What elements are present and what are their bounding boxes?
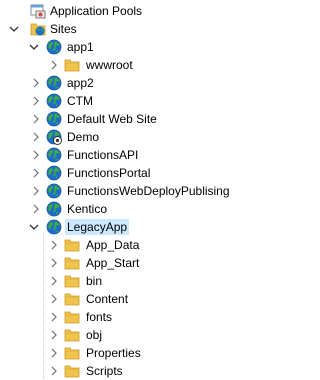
tree-item-site-app2[interactable]: app2: [0, 74, 259, 92]
chevron-right-icon[interactable]: [31, 202, 41, 216]
tree-item-site-default-web-site[interactable]: Default Web Site: [0, 110, 259, 128]
chevron-right-icon[interactable]: [31, 166, 41, 180]
chevron-down-icon[interactable]: [29, 220, 39, 234]
tree-item-site-functionsportal[interactable]: FunctionsPortal: [0, 164, 259, 182]
folder-icon: [64, 255, 80, 271]
tree-item-label: Application Pools: [50, 4, 143, 18]
tree-item-label: app2: [67, 76, 94, 90]
folder-icon: [64, 273, 80, 289]
tree-item-label: Demo: [67, 130, 100, 144]
tree-item-label: FunctionsWebDeployPublising: [67, 184, 230, 198]
connections-tree: Application Pools Sites app1 wwwroot app…: [0, 0, 259, 379]
tree-item-site-ctm[interactable]: CTM: [0, 92, 259, 110]
tree-item-label: Kentico: [67, 202, 108, 216]
tree-item-folder[interactable]: Properties: [0, 344, 259, 362]
tree-item-label: obj: [86, 328, 103, 342]
chevron-right-icon[interactable]: [49, 328, 59, 342]
tree-item-site-app1[interactable]: app1: [0, 38, 259, 56]
tree-item-label: Scripts: [86, 364, 123, 378]
tree-item-folder[interactable]: App_Start: [0, 254, 259, 272]
tree-item-label: fonts: [86, 310, 113, 324]
tree-item-label: Sites: [50, 22, 77, 36]
tree-item-site-functionsapi[interactable]: FunctionsAPI: [0, 146, 259, 164]
tree-item-site-legacyapp[interactable]: LegacyApp: [0, 218, 259, 236]
tree-item-folder[interactable]: bin: [0, 272, 259, 290]
chevron-down-icon[interactable]: [9, 22, 19, 36]
globe-icon: [46, 183, 62, 199]
folder-icon: [64, 345, 80, 361]
chevron-right-icon[interactable]: [31, 112, 41, 126]
tree-item-folder[interactable]: App_Data: [0, 236, 259, 254]
folder-icon: [64, 57, 80, 73]
tree-item-label: FunctionsAPI: [67, 148, 139, 162]
globe-icon: [46, 165, 62, 181]
globe-icon: [46, 147, 62, 163]
tree-item-label: LegacyApp: [65, 219, 130, 235]
tree-item-label: Content: [86, 292, 129, 306]
folder-icon: [64, 327, 80, 343]
chevron-right-icon[interactable]: [31, 76, 41, 90]
tree-item-label: app1: [67, 40, 94, 54]
tree-item-label: App_Data: [86, 238, 140, 252]
tree-item-folder[interactable]: fonts: [0, 308, 259, 326]
chevron-right-icon[interactable]: [31, 184, 41, 198]
chevron-right-icon[interactable]: [31, 148, 41, 162]
chevron-right-icon[interactable]: [49, 346, 59, 360]
tree-item-label: FunctionsPortal: [67, 166, 151, 180]
tree-item-label: Properties: [86, 346, 141, 360]
folder-icon: [64, 291, 80, 307]
globe-icon: [46, 219, 62, 235]
tree-item-folder[interactable]: obj: [0, 326, 259, 344]
chevron-right-icon[interactable]: [49, 364, 59, 378]
globe-icon: [46, 75, 62, 91]
folder-icon: [64, 363, 80, 379]
globe-icon: [46, 93, 62, 109]
folder-icon: [64, 309, 80, 325]
tree-item-application-pools[interactable]: Application Pools: [0, 2, 259, 20]
tree-item-site-kentico[interactable]: Kentico: [0, 200, 259, 218]
chevron-down-icon[interactable]: [29, 40, 39, 54]
chevron-right-icon[interactable]: [49, 292, 59, 306]
application-pools-icon: [30, 3, 46, 19]
globe-stopped-icon: [46, 129, 62, 145]
tree-item-site-demo[interactable]: Demo: [0, 128, 259, 146]
tree-item-label: bin: [86, 274, 103, 288]
folder-icon: [64, 237, 80, 253]
globe-icon: [46, 39, 62, 55]
tree-item-label: App_Start: [86, 256, 140, 270]
tree-item-site-functionswebdeploy[interactable]: FunctionsWebDeployPublising: [0, 182, 259, 200]
sites-icon: [30, 21, 46, 37]
tree-item-label: CTM: [67, 94, 93, 108]
chevron-right-icon[interactable]: [49, 238, 59, 252]
globe-icon: [46, 201, 62, 217]
chevron-right-icon[interactable]: [31, 130, 41, 144]
chevron-right-icon[interactable]: [49, 58, 59, 72]
tree-item-folder[interactable]: Content: [0, 290, 259, 308]
chevron-right-icon[interactable]: [49, 274, 59, 288]
tree-item-label: Default Web Site: [67, 112, 157, 126]
tree-item-folder-wwwroot[interactable]: wwwroot: [0, 56, 259, 74]
globe-icon: [46, 111, 62, 127]
tree-item-folder[interactable]: Scripts: [0, 362, 259, 380]
tree-item-sites[interactable]: Sites: [0, 20, 259, 38]
tree-item-label: wwwroot: [86, 58, 133, 72]
chevron-right-icon[interactable]: [49, 310, 59, 324]
chevron-right-icon[interactable]: [49, 256, 59, 270]
chevron-right-icon[interactable]: [31, 94, 41, 108]
